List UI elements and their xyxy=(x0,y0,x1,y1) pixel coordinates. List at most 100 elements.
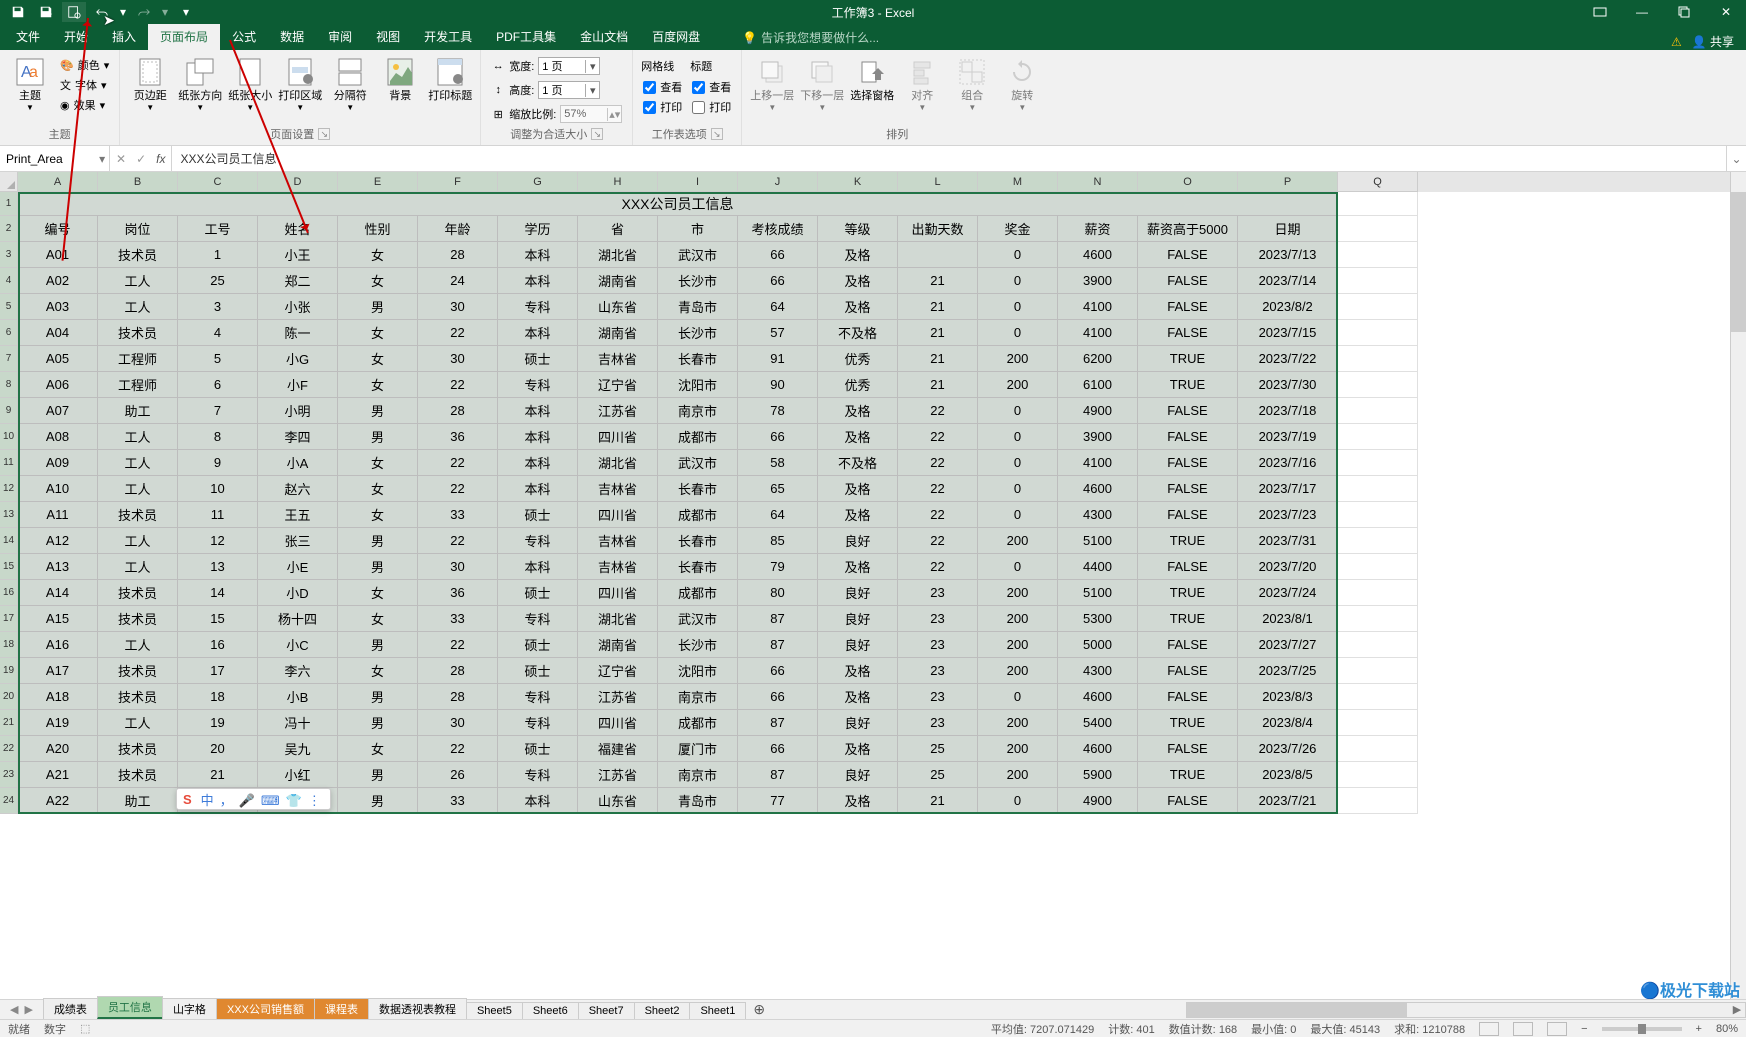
data-cell[interactable]: 工人 xyxy=(98,294,178,320)
header-cell[interactable]: 薪资 xyxy=(1058,216,1138,242)
data-cell[interactable]: 小王 xyxy=(258,242,338,268)
data-cell[interactable]: 江苏省 xyxy=(578,398,658,424)
data-cell[interactable]: 2023/8/5 xyxy=(1238,762,1338,788)
tab-baidu[interactable]: 百度网盘 xyxy=(640,23,712,50)
sheet-tab[interactable]: 员工信息 xyxy=(97,996,163,1019)
data-cell[interactable]: A02 xyxy=(18,268,98,294)
breaks-button[interactable]: 分隔符▼ xyxy=(328,52,372,113)
data-cell[interactable]: 本科 xyxy=(498,320,578,346)
data-cell[interactable]: TRUE xyxy=(1138,710,1238,736)
data-cell[interactable]: TRUE xyxy=(1138,528,1238,554)
data-cell[interactable]: 四川省 xyxy=(578,580,658,606)
ime-toolbar[interactable]: S 中，🎤⌨👕⋮ xyxy=(176,788,331,810)
data-cell[interactable]: 专科 xyxy=(498,528,578,554)
data-cell[interactable]: 女 xyxy=(338,606,418,632)
fonts-button[interactable]: 文字体 ▾ xyxy=(58,76,111,94)
data-cell[interactable]: 21 xyxy=(178,762,258,788)
data-cell[interactable]: 30 xyxy=(418,346,498,372)
data-cell[interactable]: 5900 xyxy=(1058,762,1138,788)
data-cell[interactable]: 2023/8/1 xyxy=(1238,606,1338,632)
data-cell[interactable]: 成都市 xyxy=(658,424,738,450)
data-cell[interactable]: 23 xyxy=(898,658,978,684)
row-header[interactable]: 20 xyxy=(0,684,18,710)
qat-customize-icon[interactable]: ▾ xyxy=(174,2,198,22)
data-cell[interactable]: 200 xyxy=(978,632,1058,658)
sheet-tab[interactable]: Sheet7 xyxy=(578,1002,635,1019)
row-header[interactable]: 23 xyxy=(0,762,18,788)
data-cell[interactable]: 工程师 xyxy=(98,372,178,398)
data-cell[interactable]: 张三 xyxy=(258,528,338,554)
checkbox[interactable] xyxy=(643,81,656,94)
data-cell[interactable]: A16 xyxy=(18,632,98,658)
data-cell[interactable]: 湖南省 xyxy=(578,632,658,658)
tab-data[interactable]: 数据 xyxy=(268,23,316,50)
data-cell[interactable] xyxy=(1338,424,1418,450)
data-cell[interactable]: 0 xyxy=(978,788,1058,814)
colors-button[interactable]: 🎨颜色 ▾ xyxy=(58,56,111,74)
data-cell[interactable]: A05 xyxy=(18,346,98,372)
column-header[interactable]: N xyxy=(1058,172,1138,192)
data-cell[interactable]: 成都市 xyxy=(658,580,738,606)
page-layout-view-icon[interactable] xyxy=(1513,1022,1533,1036)
column-header[interactable]: B xyxy=(98,172,178,192)
row-header[interactable]: 5 xyxy=(0,294,18,320)
zoom-knob[interactable] xyxy=(1638,1024,1646,1034)
data-cell[interactable]: A21 xyxy=(18,762,98,788)
data-cell[interactable]: 南京市 xyxy=(658,398,738,424)
data-cell[interactable]: 小E xyxy=(258,554,338,580)
tab-pagelayout[interactable]: 页面布局 xyxy=(148,23,220,50)
data-cell[interactable]: 5300 xyxy=(1058,606,1138,632)
data-cell[interactable]: 0 xyxy=(978,450,1058,476)
data-cell[interactable]: 77 xyxy=(738,788,818,814)
data-cell[interactable]: 冯十 xyxy=(258,710,338,736)
data-cell[interactable]: 小B xyxy=(258,684,338,710)
data-cell[interactable]: 4100 xyxy=(1058,450,1138,476)
data-cell[interactable]: 30 xyxy=(418,710,498,736)
data-cell[interactable]: 硕士 xyxy=(498,580,578,606)
data-cell[interactable]: 女 xyxy=(338,372,418,398)
data-cell[interactable]: FALSE xyxy=(1138,684,1238,710)
column-header[interactable]: P xyxy=(1238,172,1338,192)
sheet-tab[interactable]: Sheet1 xyxy=(689,1002,746,1019)
selection-pane-button[interactable]: 选择窗格 xyxy=(850,52,894,103)
row-header[interactable]: 8 xyxy=(0,372,18,398)
sheet-tab[interactable]: 山字格 xyxy=(162,998,217,1019)
data-cell[interactable]: 33 xyxy=(418,606,498,632)
warning-icon[interactable]: ⚠ xyxy=(1671,35,1682,49)
margins-button[interactable]: 页边距▼ xyxy=(128,52,172,113)
data-cell[interactable]: 成都市 xyxy=(658,502,738,528)
sheet-tab[interactable]: 课程表 xyxy=(314,998,369,1019)
tab-wps[interactable]: 金山文档 xyxy=(568,23,640,50)
row-header[interactable]: 19 xyxy=(0,658,18,684)
data-cell[interactable]: 本科 xyxy=(498,268,578,294)
ime-item[interactable]: ⌨ xyxy=(261,793,280,808)
data-cell[interactable]: 小明 xyxy=(258,398,338,424)
data-cell[interactable]: A07 xyxy=(18,398,98,424)
data-cell[interactable]: 20 xyxy=(178,736,258,762)
data-cell[interactable]: A14 xyxy=(18,580,98,606)
sheetopts-launcher-icon[interactable]: ↘ xyxy=(711,128,723,140)
sheet-tab[interactable]: 数据透视表教程 xyxy=(368,998,467,1019)
data-cell[interactable]: 及格 xyxy=(818,736,898,762)
data-cell[interactable]: 专科 xyxy=(498,684,578,710)
data-cell[interactable]: 辽宁省 xyxy=(578,372,658,398)
data-cell[interactable]: 30 xyxy=(418,294,498,320)
data-cell[interactable]: 28 xyxy=(418,242,498,268)
data-cell[interactable]: 6100 xyxy=(1058,372,1138,398)
column-header[interactable]: C xyxy=(178,172,258,192)
data-cell[interactable]: 本科 xyxy=(498,476,578,502)
data-cell[interactable]: 青岛市 xyxy=(658,788,738,814)
column-header[interactable]: L xyxy=(898,172,978,192)
save-as-icon[interactable] xyxy=(34,2,58,22)
data-cell[interactable]: 22 xyxy=(898,554,978,580)
row-header[interactable]: 22 xyxy=(0,736,18,762)
header-cell[interactable]: 等级 xyxy=(818,216,898,242)
data-cell[interactable] xyxy=(1338,502,1418,528)
data-cell[interactable]: 22 xyxy=(418,528,498,554)
dropdown-icon[interactable]: ▾ xyxy=(585,60,599,73)
data-cell[interactable]: 25 xyxy=(898,736,978,762)
header-cell[interactable]: 工号 xyxy=(178,216,258,242)
data-cell[interactable]: 优秀 xyxy=(818,372,898,398)
data-cell[interactable]: 78 xyxy=(738,398,818,424)
bring-forward-button[interactable]: 上移一层▼ xyxy=(750,52,794,113)
